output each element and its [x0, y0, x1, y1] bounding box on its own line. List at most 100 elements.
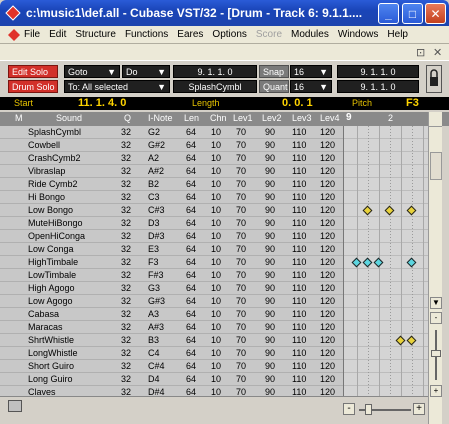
cell-l1[interactable]: 70: [236, 256, 246, 269]
cell-sound[interactable]: OpenHiConga: [28, 230, 85, 243]
cell-note[interactable]: C4: [148, 347, 160, 360]
cell-chn[interactable]: 10: [211, 178, 221, 191]
cell-len[interactable]: 64: [186, 217, 196, 230]
cell-q[interactable]: 32: [121, 295, 131, 308]
cell-l1[interactable]: 70: [236, 243, 246, 256]
cell-note[interactable]: C#4: [148, 360, 165, 373]
drum-sound-row[interactable]: Cabasa 32 A3 64 10 70 90 110 120: [0, 308, 343, 321]
cell-chn[interactable]: 10: [211, 269, 221, 282]
cell-l4[interactable]: 120: [320, 152, 335, 165]
cell-sound[interactable]: Long Guiro: [28, 373, 73, 386]
cell-l2[interactable]: 90: [265, 217, 275, 230]
cell-len[interactable]: 64: [186, 165, 196, 178]
drum-sound-row[interactable]: Cowbell 32 G#2 64 10 70 90 110 120: [0, 139, 343, 152]
cell-note[interactable]: A#2: [148, 165, 164, 178]
position-field[interactable]: 9. 1. 1. 0: [173, 65, 257, 78]
cell-l3[interactable]: 110: [292, 308, 306, 321]
quant-dropdown[interactable]: 16 ▼: [290, 80, 332, 93]
cell-q[interactable]: 32: [121, 269, 131, 282]
scrollbar-thumb[interactable]: [430, 152, 442, 180]
left-locator-field[interactable]: 9. 1. 1. 0: [337, 65, 419, 78]
cell-chn[interactable]: 10: [211, 191, 221, 204]
cell-l1[interactable]: 70: [236, 126, 246, 139]
cell-l1[interactable]: 70: [236, 321, 246, 334]
cell-l3[interactable]: 110: [292, 386, 306, 396]
drum-sound-row[interactable]: Ride Cymb2 32 B2 64 10 70 90 110 120: [0, 178, 343, 191]
cell-l1[interactable]: 70: [236, 269, 246, 282]
cell-l2[interactable]: 90: [265, 256, 275, 269]
cell-sound[interactable]: ShrtWhistle: [28, 334, 74, 347]
to-selected-dropdown[interactable]: To: All selected ▼: [64, 80, 170, 93]
drum-sound-row[interactable]: Hi Bongo 32 C3 64 10 70 90 110 120: [0, 191, 343, 204]
menu-options[interactable]: Options: [212, 29, 246, 40]
cell-q[interactable]: 32: [121, 347, 131, 360]
col-lev4-header[interactable]: Lev4: [320, 113, 340, 123]
cell-l3[interactable]: 110: [292, 165, 306, 178]
cell-len[interactable]: 64: [186, 191, 196, 204]
zoom-out-horizontal-button[interactable]: -: [343, 403, 355, 415]
cell-l4[interactable]: 120: [320, 204, 335, 217]
cell-l2[interactable]: 90: [265, 282, 275, 295]
cell-sound[interactable]: LowTimbale: [28, 269, 76, 282]
cell-chn[interactable]: 10: [211, 243, 221, 256]
cell-l2[interactable]: 90: [265, 178, 275, 191]
cell-l4[interactable]: 120: [320, 269, 335, 282]
cell-len[interactable]: 64: [186, 360, 196, 373]
cell-len[interactable]: 64: [186, 139, 196, 152]
cell-note[interactable]: D#4: [148, 386, 165, 396]
drum-sound-row[interactable]: OpenHiConga 32 D#3 64 10 70 90 110 120: [0, 230, 343, 243]
cell-l2[interactable]: 90: [265, 269, 275, 282]
zoom-in-vertical-button[interactable]: +: [430, 385, 442, 397]
drum-sound-row[interactable]: LowTimbale 32 F#3 64 10 70 90 110 120: [0, 269, 343, 282]
cell-note[interactable]: D4: [148, 373, 160, 386]
cell-l1[interactable]: 70: [236, 217, 246, 230]
cell-l2[interactable]: 90: [265, 243, 275, 256]
col-lev3-header[interactable]: Lev3: [292, 113, 312, 123]
cell-note[interactable]: E3: [148, 243, 159, 256]
cell-sound[interactable]: Low Conga: [28, 243, 74, 256]
cell-q[interactable]: 32: [121, 282, 131, 295]
info-line-icon[interactable]: [8, 400, 22, 412]
cell-l1[interactable]: 70: [236, 152, 246, 165]
cell-chn[interactable]: 10: [211, 217, 221, 230]
cell-sound[interactable]: High Agogo: [28, 282, 75, 295]
cell-len[interactable]: 64: [186, 334, 196, 347]
cell-l1[interactable]: 70: [236, 386, 246, 396]
cell-sound[interactable]: Claves: [28, 386, 56, 396]
drum-sound-row[interactable]: High Agogo 32 G3 64 10 70 90 110 120: [0, 282, 343, 295]
cell-chn[interactable]: 10: [211, 321, 221, 334]
cell-l4[interactable]: 120: [320, 282, 335, 295]
drum-sound-row[interactable]: CrashCymb2 32 A2 64 10 70 90 110 120: [0, 152, 343, 165]
drum-sound-row[interactable]: Maracas 32 A#3 64 10 70 90 110 120: [0, 321, 343, 334]
close-button[interactable]: ✕: [425, 3, 446, 24]
cell-sound[interactable]: Low Agogo: [28, 295, 73, 308]
cell-chn[interactable]: 10: [211, 204, 221, 217]
cell-len[interactable]: 64: [186, 282, 196, 295]
cell-q[interactable]: 32: [121, 204, 131, 217]
col-mute-header[interactable]: M: [15, 113, 23, 123]
cell-q[interactable]: 32: [121, 308, 131, 321]
drum-sound-row[interactable]: HighTimbale 32 F3 64 10 70 90 110 120: [0, 256, 343, 269]
menu-file[interactable]: File: [24, 29, 40, 40]
cell-l1[interactable]: 70: [236, 295, 246, 308]
cell-l3[interactable]: 110: [292, 373, 306, 386]
cell-l4[interactable]: 120: [320, 243, 335, 256]
cell-note[interactable]: B3: [148, 334, 159, 347]
cell-note[interactable]: C#3: [148, 204, 165, 217]
cell-l3[interactable]: 110: [292, 282, 306, 295]
cell-q[interactable]: 32: [121, 230, 131, 243]
cell-len[interactable]: 64: [186, 256, 196, 269]
cell-l3[interactable]: 110: [292, 334, 306, 347]
scroll-down-button[interactable]: ▼: [430, 297, 442, 309]
cell-l1[interactable]: 70: [236, 139, 246, 152]
vertical-scrollbar[interactable]: ▼ - +: [428, 112, 442, 424]
drum-sound-row[interactable]: Vibraslap 32 A#2 64 10 70 90 110 120: [0, 165, 343, 178]
col-sound-header[interactable]: Sound: [56, 113, 82, 123]
cell-l4[interactable]: 120: [320, 347, 335, 360]
cell-q[interactable]: 32: [121, 373, 131, 386]
cell-q[interactable]: 32: [121, 321, 131, 334]
cell-note[interactable]: A3: [148, 308, 159, 321]
cell-l4[interactable]: 120: [320, 256, 335, 269]
cell-note[interactable]: A2: [148, 152, 159, 165]
cell-l2[interactable]: 90: [265, 295, 275, 308]
